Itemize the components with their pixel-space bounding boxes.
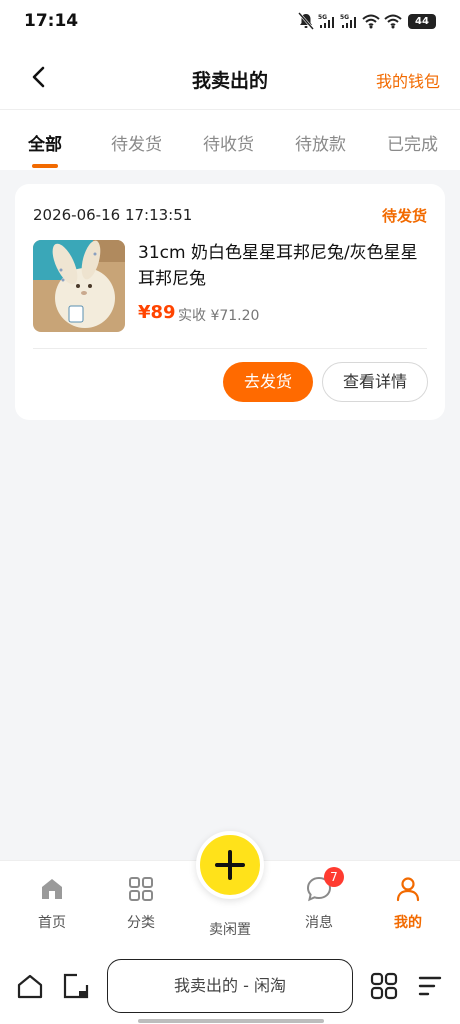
signal-5g-icon: 5G bbox=[318, 13, 336, 29]
product-title[interactable]: 31cm 奶白色星星耳邦尼兔/灰色星星耳邦尼兔 bbox=[138, 240, 428, 292]
system-bar: 我卖出的 - 闲淘 bbox=[0, 954, 460, 1024]
divider bbox=[33, 348, 427, 349]
plus-icon bbox=[215, 850, 245, 880]
status-time: 17:14 bbox=[24, 11, 79, 31]
bottom-nav: 首页 分类 卖闲置 7 消息 我的 bbox=[0, 831, 460, 954]
nav-messages[interactable]: 7 消息 bbox=[284, 867, 354, 932]
battery-icon: 44 bbox=[408, 13, 436, 29]
my-wallet-link[interactable]: 我的钱包 bbox=[376, 68, 440, 92]
system-apps-button[interactable] bbox=[370, 972, 398, 1000]
order-status-badge: 待发货 bbox=[381, 207, 427, 225]
home-icon bbox=[42, 879, 62, 899]
house-outline-icon bbox=[17, 974, 43, 999]
product-image[interactable] bbox=[33, 240, 125, 332]
order-tabs: 全部 待发货 待收货 待放款 已完成 bbox=[0, 110, 460, 170]
person-icon bbox=[396, 877, 420, 902]
tab-all[interactable]: 全部 bbox=[28, 130, 62, 155]
ship-button[interactable]: 去发货 bbox=[223, 362, 313, 402]
header: 我卖出的 我的钱包 bbox=[0, 44, 460, 110]
wifi-icon bbox=[384, 13, 402, 29]
bell-off-icon bbox=[298, 12, 314, 30]
tab-pending-receipt[interactable]: 待收货 bbox=[203, 130, 254, 155]
svg-text:5G: 5G bbox=[340, 14, 349, 21]
nav-label-messages: 消息 bbox=[305, 915, 333, 931]
signal-5g-icon: 5G bbox=[340, 13, 358, 29]
nav-label-home: 首页 bbox=[38, 915, 66, 931]
tab-pending-shipment[interactable]: 待发货 bbox=[111, 130, 162, 155]
order-card[interactable]: 2026-06-16 17:13:51 待发货 31cm 奶白色星星耳邦尼兔/灰… bbox=[15, 184, 445, 420]
apps-grid-icon bbox=[370, 972, 398, 1000]
screen: 17:14 5G 5G 44 我卖出的 我的钱包 全部 待发货 待收货 待放款 … bbox=[0, 0, 460, 1024]
order-time: 2026-06-16 17:13:51 bbox=[33, 206, 193, 224]
grid-icon bbox=[129, 877, 153, 901]
tab-completed[interactable]: 已完成 bbox=[387, 130, 438, 155]
menu-lines-icon bbox=[418, 976, 442, 996]
sell-button[interactable] bbox=[196, 831, 264, 899]
nav-label-sell[interactable]: 卖闲置 bbox=[195, 919, 265, 939]
nav-me[interactable]: 我的 bbox=[373, 875, 443, 932]
system-search-bar[interactable]: 我卖出的 - 闲淘 bbox=[107, 959, 353, 1013]
received-amount: 实收 ¥71.20 bbox=[178, 308, 260, 324]
nav-label-me: 我的 bbox=[394, 915, 422, 931]
window-icon bbox=[63, 973, 89, 999]
nav-category[interactable]: 分类 bbox=[106, 875, 176, 932]
nav-label-category: 分类 bbox=[127, 915, 155, 931]
view-details-button[interactable]: 查看详情 bbox=[322, 362, 428, 402]
tab-pending-payout[interactable]: 待放款 bbox=[295, 130, 346, 155]
status-bar: 17:14 5G 5G 44 bbox=[0, 0, 460, 44]
unread-badge: 7 bbox=[324, 867, 344, 887]
system-home-button[interactable] bbox=[16, 972, 44, 1000]
status-icons: 5G 5G 44 bbox=[298, 12, 436, 30]
product-price: ¥89 bbox=[138, 302, 176, 323]
system-recent-button[interactable] bbox=[62, 972, 90, 1000]
svg-text:5G: 5G bbox=[318, 14, 327, 21]
home-indicator[interactable] bbox=[138, 1019, 324, 1023]
active-tab-indicator bbox=[32, 164, 58, 168]
system-menu-button[interactable] bbox=[416, 972, 444, 1000]
wifi-icon bbox=[362, 13, 380, 29]
nav-home[interactable]: 首页 bbox=[17, 875, 87, 932]
